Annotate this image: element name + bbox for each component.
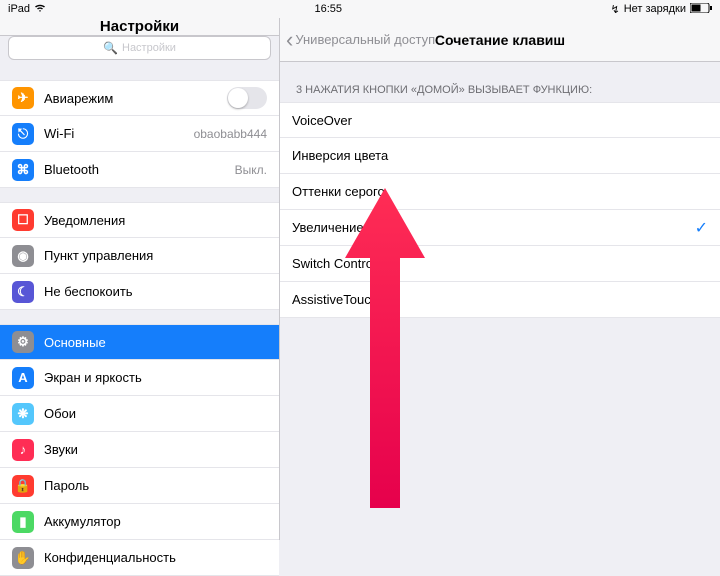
dnd-icon: ☾ bbox=[12, 281, 34, 303]
passcode-icon: 🔒 bbox=[12, 475, 34, 497]
sidebar-item-privacy[interactable]: ✋ Конфиденциальность bbox=[0, 540, 279, 576]
check-icon: ✓ bbox=[695, 218, 708, 238]
option-row[interactable]: VoiceOver bbox=[280, 102, 720, 138]
sidebar-item-label: Авиарежим bbox=[44, 91, 217, 106]
sidebar-item-battery[interactable]: ▮ Аккумулятор bbox=[0, 504, 279, 540]
general-icon: ⚙ bbox=[12, 331, 34, 353]
sidebar-item-dnd[interactable]: ☾ Не беспокоить bbox=[0, 274, 279, 310]
back-label: Универсальный доступ bbox=[295, 32, 435, 47]
notifications-icon: ☐ bbox=[12, 209, 34, 231]
sidebar-item-detail: Выкл. bbox=[235, 163, 267, 177]
sidebar-item-notifications[interactable]: ☐ Уведомления bbox=[0, 202, 279, 238]
sidebar-item-bluetooth[interactable]: ⌘ Bluetooth Выкл. bbox=[0, 152, 279, 188]
option-row[interactable]: Оттенки серого bbox=[280, 174, 720, 210]
option-row[interactable]: Switch Control bbox=[280, 246, 720, 282]
option-label: Инверсия цвета bbox=[292, 148, 708, 163]
search-icon: 🔍 bbox=[103, 41, 118, 55]
group-header: 3 НАЖАТИЯ КНОПКИ «ДОМОЙ» ВЫЗЫВАЕТ ФУНКЦИ… bbox=[280, 62, 720, 102]
privacy-icon: ✋ bbox=[12, 547, 34, 569]
option-row[interactable]: Увеличение ✓ bbox=[280, 210, 720, 246]
sidebar-item-label: Обои bbox=[44, 406, 267, 421]
battery-icon bbox=[690, 3, 712, 16]
sidebar-item-general[interactable]: ⚙ Основные bbox=[0, 324, 279, 360]
status-charging: Нет зарядки bbox=[624, 3, 686, 15]
sidebar-item-label: Аккумулятор bbox=[44, 514, 267, 529]
airplane-toggle[interactable] bbox=[227, 87, 267, 109]
sidebar-item-label: Звуки bbox=[44, 442, 267, 457]
controlcenter-icon: ◉ bbox=[12, 245, 34, 267]
search-placeholder: Настройки bbox=[122, 42, 176, 54]
sounds-icon: ♪ bbox=[12, 439, 34, 461]
airplane-icon: ✈ bbox=[12, 87, 34, 109]
status-device: iPad bbox=[8, 3, 30, 15]
option-row[interactable]: Инверсия цвета bbox=[280, 138, 720, 174]
back-button[interactable]: ‹ Универсальный доступ bbox=[280, 29, 435, 51]
sidebar-item-label: Не беспокоить bbox=[44, 284, 267, 299]
sidebar-item-label: Bluetooth bbox=[44, 162, 225, 177]
sidebar-item-label: Экран и яркость bbox=[44, 370, 267, 385]
option-label: Switch Control bbox=[292, 256, 708, 271]
sidebar-item-passcode[interactable]: 🔒 Пароль bbox=[0, 468, 279, 504]
option-label: Оттенки серого bbox=[292, 184, 708, 199]
sidebar-item-detail: obaobabb444 bbox=[194, 127, 267, 141]
battery-icon: ▮ bbox=[12, 511, 34, 533]
option-row[interactable]: AssistiveTouch bbox=[280, 282, 720, 318]
chevron-left-icon: ‹ bbox=[286, 29, 293, 51]
charging-icon: ↯ bbox=[611, 3, 620, 16]
option-label: AssistiveTouch bbox=[292, 292, 708, 307]
sidebar-item-airplane[interactable]: ✈ Авиарежим bbox=[0, 80, 279, 116]
bluetooth-icon: ⌘ bbox=[12, 159, 34, 181]
option-label: Увеличение bbox=[292, 220, 685, 235]
wifi-icon bbox=[34, 3, 46, 16]
sidebar-item-label: Уведомления bbox=[44, 213, 267, 228]
wallpaper-icon: ❋ bbox=[12, 403, 34, 425]
sidebar-item-sounds[interactable]: ♪ Звуки bbox=[0, 432, 279, 468]
wifi-icon: ⎋ bbox=[12, 123, 34, 145]
search-input[interactable]: 🔍 Настройки bbox=[8, 36, 271, 60]
sidebar-item-label: Пункт управления bbox=[44, 248, 267, 263]
sidebar-item-label: Пароль bbox=[44, 478, 267, 493]
sidebar-title: Настройки bbox=[0, 18, 279, 36]
sidebar-item-wifi[interactable]: ⎋ Wi-Fi obaobabb444 bbox=[0, 116, 279, 152]
detail-pane: ‹ Универсальный доступ Сочетание клавиш … bbox=[280, 18, 720, 540]
sidebar-item-label: Wi-Fi bbox=[44, 126, 184, 141]
status-time: 16:55 bbox=[315, 3, 343, 15]
sidebar-item-display[interactable]: A Экран и яркость bbox=[0, 360, 279, 396]
option-label: VoiceOver bbox=[292, 113, 708, 128]
display-icon: A bbox=[12, 367, 34, 389]
sidebar-item-label: Основные bbox=[44, 335, 267, 350]
settings-sidebar: Настройки 🔍 Настройки ✈ Авиарежим ⎋ Wi-Fi ob… bbox=[0, 18, 280, 540]
status-bar: iPad 16:55 ↯ Нет зарядки bbox=[0, 0, 720, 18]
sidebar-item-label: Конфиденциальность bbox=[44, 550, 267, 565]
sidebar-item-wallpaper[interactable]: ❋ Обои bbox=[0, 396, 279, 432]
sidebar-item-controlcenter[interactable]: ◉ Пункт управления bbox=[0, 238, 279, 274]
